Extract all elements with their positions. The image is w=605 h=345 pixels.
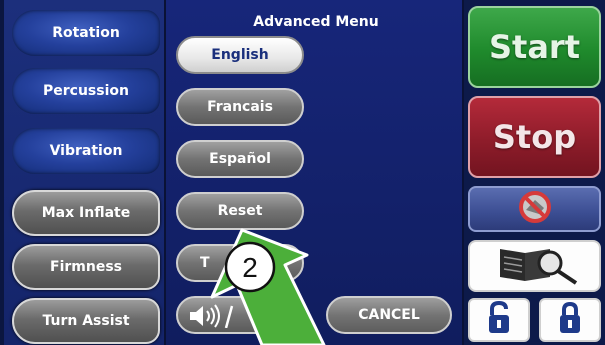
- language-english-button[interactable]: English: [176, 36, 304, 74]
- left-mode-column: Rotation Percussion Vibration Max Inflat…: [4, 0, 164, 345]
- cancel-button[interactable]: CANCEL: [326, 296, 452, 334]
- language-espanol-button[interactable]: Español: [176, 140, 304, 178]
- max-inflate-button[interactable]: Max Inflate: [12, 190, 160, 236]
- percussion-label: Percussion: [43, 83, 129, 99]
- partial-button-label: T: [200, 255, 210, 271]
- stop-label: Stop: [492, 118, 577, 156]
- right-control-column: Start Stop: [464, 0, 605, 345]
- turn-assist-button[interactable]: Turn Assist: [12, 298, 160, 344]
- english-label: English: [211, 47, 269, 63]
- alarm-mute-button[interactable]: [468, 186, 601, 232]
- mute-alarm-icon: [515, 190, 555, 228]
- lock-icon: [557, 301, 583, 339]
- unlock-button[interactable]: [468, 298, 530, 342]
- percussion-button[interactable]: Percussion: [12, 68, 160, 114]
- unlock-icon: [486, 300, 512, 339]
- cancel-label: CANCEL: [358, 307, 420, 323]
- volume-button[interactable]: [176, 296, 304, 334]
- manual-search-icon: [480, 241, 590, 291]
- manual-button[interactable]: [468, 240, 601, 292]
- advanced-menu-panel: Advanced Menu English Francais Español R…: [164, 0, 464, 345]
- lock-button[interactable]: [539, 298, 601, 342]
- turn-assist-label: Turn Assist: [42, 313, 130, 329]
- rotation-button[interactable]: Rotation: [12, 10, 160, 56]
- vibration-button[interactable]: Vibration: [12, 128, 160, 174]
- espanol-label: Español: [209, 151, 271, 167]
- reset-label: Reset: [217, 203, 263, 219]
- francais-label: Francais: [207, 99, 273, 115]
- start-button[interactable]: Start: [468, 6, 601, 88]
- rotation-label: Rotation: [52, 25, 120, 41]
- speaker-icon: [188, 304, 238, 332]
- stop-button[interactable]: Stop: [468, 96, 601, 178]
- partially-hidden-button[interactable]: T: [176, 244, 304, 282]
- reset-button[interactable]: Reset: [176, 192, 304, 230]
- firmness-button[interactable]: Firmness: [12, 244, 160, 290]
- language-francais-button[interactable]: Francais: [176, 88, 304, 126]
- firmness-label: Firmness: [50, 259, 122, 275]
- start-label: Start: [488, 28, 580, 66]
- control-screen: Rotation Percussion Vibration Max Inflat…: [4, 0, 605, 345]
- advanced-menu-title: Advanced Menu: [253, 14, 379, 30]
- max-inflate-label: Max Inflate: [41, 205, 131, 221]
- vibration-label: Vibration: [49, 143, 123, 159]
